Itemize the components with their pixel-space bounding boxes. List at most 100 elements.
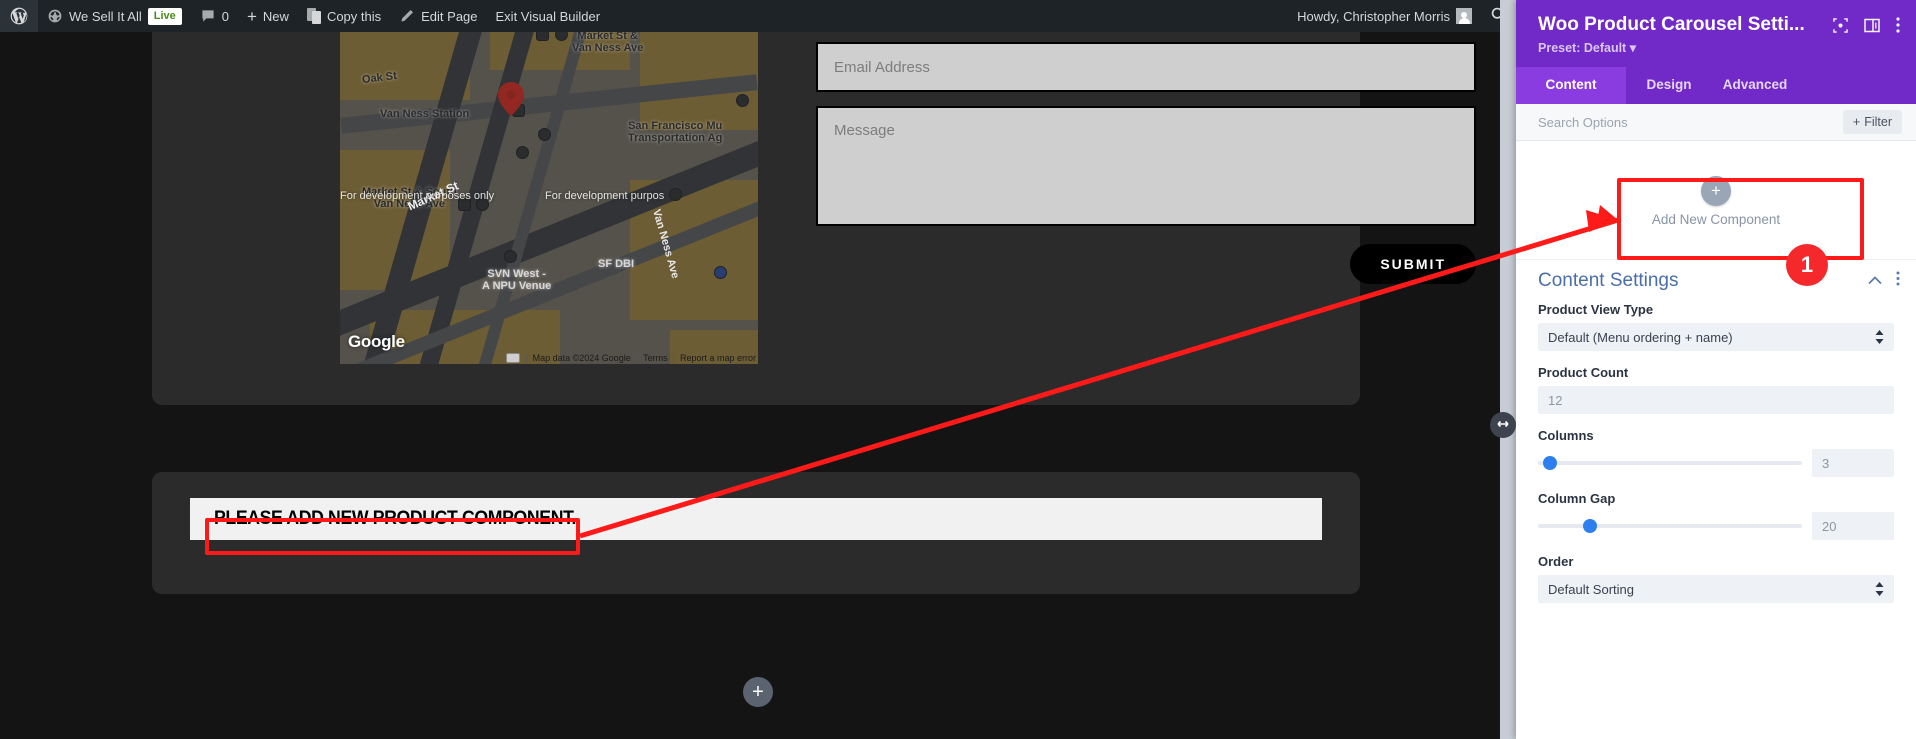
submit-button[interactable]: SUBMIT bbox=[1350, 244, 1476, 284]
plus-icon: + bbox=[246, 6, 257, 26]
message-field[interactable]: Message bbox=[816, 106, 1476, 226]
chevron-updown-icon bbox=[1875, 330, 1884, 344]
panel-preset-label: Preset: Default bbox=[1538, 41, 1627, 55]
column-gap-value-input[interactable]: 20 bbox=[1812, 512, 1894, 540]
map-terms-link[interactable]: Terms bbox=[643, 353, 668, 363]
exit-visual-builder-label: Exit Visual Builder bbox=[495, 8, 601, 24]
content-settings-title: Content Settings bbox=[1538, 270, 1679, 291]
map-report-link[interactable]: Report a map error bbox=[680, 353, 756, 363]
panel-gutter bbox=[1500, 0, 1516, 739]
contact-form: Email Address Message SUBMIT bbox=[816, 42, 1476, 284]
keyboard-shortcuts-icon[interactable] bbox=[506, 353, 521, 363]
new-label: New bbox=[262, 8, 289, 24]
columns-value-input[interactable]: 3 bbox=[1812, 449, 1894, 477]
slider-track bbox=[1538, 524, 1802, 528]
field-product-count: Product Count 12 bbox=[1516, 365, 1916, 414]
map-label: Market St & Van Ness Ave bbox=[572, 32, 644, 54]
map-dev-note: For development purposes only bbox=[340, 190, 495, 202]
dashboard-icon bbox=[47, 8, 63, 24]
search-options-input[interactable]: Search Options bbox=[1538, 115, 1628, 130]
screen-options-icon[interactable] bbox=[1833, 17, 1848, 33]
comment-count: 0 bbox=[221, 8, 229, 24]
live-badge: Live bbox=[147, 7, 182, 25]
field-label: Product Count bbox=[1538, 365, 1629, 380]
add-new-component-label: Add New Component bbox=[1651, 211, 1781, 227]
wp-admin-bar: We Sell It All Live 0 + New Copy this Ed… bbox=[0, 0, 1516, 32]
product-notice-row[interactable]: PLEASE ADD NEW PRODUCT COMPONENT. bbox=[190, 498, 1322, 540]
product-view-type-select[interactable]: Default (Menu ordering + name) bbox=[1538, 323, 1894, 351]
panel-header-row: Woo Product Carousel Setti... bbox=[1538, 14, 1900, 36]
field-columns: Columns 3 bbox=[1516, 428, 1916, 477]
new-content-menu[interactable]: + New bbox=[238, 0, 298, 32]
slider-thumb[interactable] bbox=[1582, 519, 1597, 533]
map-data-label: Map data ©2024 Google bbox=[532, 353, 631, 363]
product-count-input[interactable]: 12 bbox=[1538, 386, 1894, 414]
pencil-icon bbox=[399, 8, 415, 24]
wp-logo-menu[interactable] bbox=[0, 0, 38, 32]
slider-thumb[interactable] bbox=[1543, 456, 1558, 470]
add-section-button[interactable]: + bbox=[743, 677, 773, 707]
kebab-menu-icon[interactable] bbox=[1896, 17, 1900, 33]
panel-resize-handle[interactable] bbox=[1490, 412, 1516, 438]
chevron-up-icon[interactable] bbox=[1868, 272, 1882, 290]
map-attribution: | Map data ©2024 Google | Terms | Report… bbox=[506, 353, 756, 363]
tab-content[interactable]: Content bbox=[1516, 67, 1626, 104]
contact-section[interactable]: Market St & Van Ness Ave Oak St Van Ness… bbox=[152, 32, 1476, 405]
comments-menu[interactable]: 0 bbox=[191, 0, 238, 32]
visual-builder-canvas: Market St & Van Ness Ave Oak St Van Ness… bbox=[0, 32, 1516, 739]
map-label: SF DBI bbox=[598, 258, 635, 270]
field-label: Column Gap bbox=[1538, 491, 1616, 506]
attrib-separator: | bbox=[525, 353, 528, 363]
columns-slider[interactable] bbox=[1538, 456, 1802, 470]
howdy-label: Howdy, Christopher Morris bbox=[1297, 8, 1450, 24]
field-order: Order Default Sorting bbox=[1516, 554, 1916, 603]
attrib-separator: | bbox=[635, 353, 639, 363]
field-label: Columns bbox=[1538, 428, 1594, 443]
panel-header-icons bbox=[1833, 14, 1900, 33]
map-dev-note: For development purpos bbox=[545, 190, 665, 202]
product-notice-text: PLEASE ADD NEW PRODUCT COMPONENT. bbox=[214, 508, 577, 529]
copy-this-button[interactable]: Copy this bbox=[298, 0, 390, 32]
content-settings-header[interactable]: Content Settings bbox=[1516, 259, 1916, 302]
resize-horizontal-icon bbox=[1495, 416, 1511, 434]
comment-bubble-icon bbox=[200, 8, 216, 24]
field-product-view-type: Product View Type Default (Menu ordering… bbox=[1516, 302, 1916, 351]
woo-product-carousel-settings-panel: Woo Product Carousel Setti... Preset: De… bbox=[1490, 0, 1916, 739]
site-name-label: We Sell It All bbox=[69, 8, 142, 24]
field-label: Product View Type bbox=[1538, 302, 1654, 317]
field-label: Order bbox=[1538, 554, 1574, 569]
order-select[interactable]: Default Sorting bbox=[1538, 575, 1894, 603]
panel-search-row: Search Options + Filter bbox=[1516, 104, 1916, 141]
edit-page-label: Edit Page bbox=[421, 8, 478, 24]
panel-preset-selector[interactable]: Preset: Default ▾ bbox=[1538, 40, 1900, 55]
select-value: Default (Menu ordering + name) bbox=[1548, 329, 1733, 345]
column-gap-slider[interactable] bbox=[1538, 519, 1802, 533]
site-name-menu[interactable]: We Sell It All Live bbox=[38, 0, 191, 32]
tab-advanced[interactable]: Advanced bbox=[1712, 67, 1798, 104]
layout-columns-icon[interactable] bbox=[1864, 18, 1880, 33]
edit-page-button[interactable]: Edit Page bbox=[390, 0, 486, 32]
filter-label: Filter bbox=[1864, 115, 1892, 129]
add-new-component-button[interactable]: + Add New Component bbox=[1578, 163, 1854, 239]
slider-track bbox=[1538, 461, 1802, 465]
email-field[interactable]: Email Address bbox=[816, 42, 1476, 92]
map-label: Van Ness Station bbox=[380, 108, 470, 120]
wordpress-logo-icon bbox=[9, 6, 29, 26]
column-gap-slider-row: 20 bbox=[1538, 512, 1894, 540]
panel-header: Woo Product Carousel Setti... Preset: De… bbox=[1516, 0, 1916, 67]
kebab-menu-icon[interactable] bbox=[1896, 271, 1900, 291]
product-section[interactable]: PLEASE ADD NEW PRODUCT COMPONENT. bbox=[152, 472, 1360, 594]
tab-design[interactable]: Design bbox=[1626, 67, 1712, 104]
field-column-gap: Column Gap 20 bbox=[1516, 491, 1916, 540]
panel-tabs: Content Design Advanced bbox=[1516, 67, 1916, 104]
columns-slider-row: 3 bbox=[1538, 449, 1894, 477]
select-value: Default Sorting bbox=[1548, 581, 1634, 597]
attrib-separator: | bbox=[672, 353, 675, 363]
exit-visual-builder-button[interactable]: Exit Visual Builder bbox=[487, 0, 610, 32]
map-label: San Francisco Mu Transportation Ag bbox=[628, 120, 723, 144]
avatar bbox=[1456, 8, 1472, 24]
filter-button[interactable]: + Filter bbox=[1842, 110, 1902, 134]
google-map[interactable]: Market St & Van Ness Ave Oak St Van Ness… bbox=[340, 32, 758, 364]
my-account-menu[interactable]: Howdy, Christopher Morris bbox=[1288, 0, 1481, 32]
panel-body: + Add New Component Content Settings Pro… bbox=[1516, 141, 1916, 739]
